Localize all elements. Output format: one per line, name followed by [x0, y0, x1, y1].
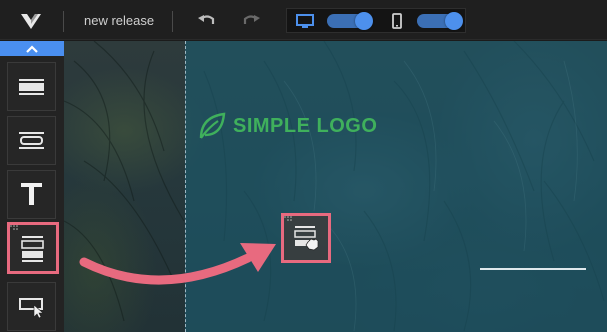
toolbar-divider	[172, 11, 173, 32]
section-drag-preview[interactable]	[281, 213, 331, 263]
undo-icon[interactable]	[196, 10, 218, 30]
brand-logo[interactable]: SIMPLE LOGO	[197, 111, 377, 141]
top-toolbar: new release	[0, 0, 607, 40]
section-drag-icon	[294, 226, 319, 251]
sidebar-collapse-button[interactable]	[0, 41, 64, 56]
toggle-knob	[445, 12, 463, 30]
drag-handle-icon	[10, 225, 18, 230]
section-block[interactable]	[7, 222, 59, 274]
divider-line	[480, 268, 586, 270]
mobile-icon[interactable]	[387, 12, 407, 30]
block-sidebar	[0, 41, 64, 332]
text-block[interactable]	[7, 170, 56, 219]
leaf-icon	[199, 112, 226, 139]
cursor-select-icon	[19, 298, 44, 319]
section-placeholder[interactable]	[185, 41, 607, 332]
brand-logo-text: SIMPLE LOGO	[233, 114, 378, 137]
page-canvas[interactable]: SIMPLE LOGO	[64, 41, 607, 332]
select-block[interactable]	[7, 282, 56, 331]
section-layout-icon	[21, 236, 44, 262]
device-preview-group	[286, 8, 466, 33]
toggle-knob	[355, 12, 373, 30]
desktop-icon[interactable]	[295, 12, 315, 30]
toolbar-divider	[63, 11, 64, 32]
drag-handle-icon	[284, 216, 292, 221]
button-layout-icon	[19, 132, 44, 149]
header-block[interactable]	[7, 62, 56, 111]
desktop-toggle[interactable]	[327, 12, 373, 30]
header-layout-icon	[19, 79, 44, 95]
chevron-up-icon	[26, 45, 38, 53]
mobile-toggle[interactable]	[417, 12, 463, 30]
button-block[interactable]	[7, 116, 56, 165]
redo-icon[interactable]	[240, 10, 262, 30]
brand-logo-icon[interactable]	[20, 10, 42, 30]
text-icon	[21, 183, 42, 205]
release-name-label[interactable]: new release	[84, 13, 154, 28]
